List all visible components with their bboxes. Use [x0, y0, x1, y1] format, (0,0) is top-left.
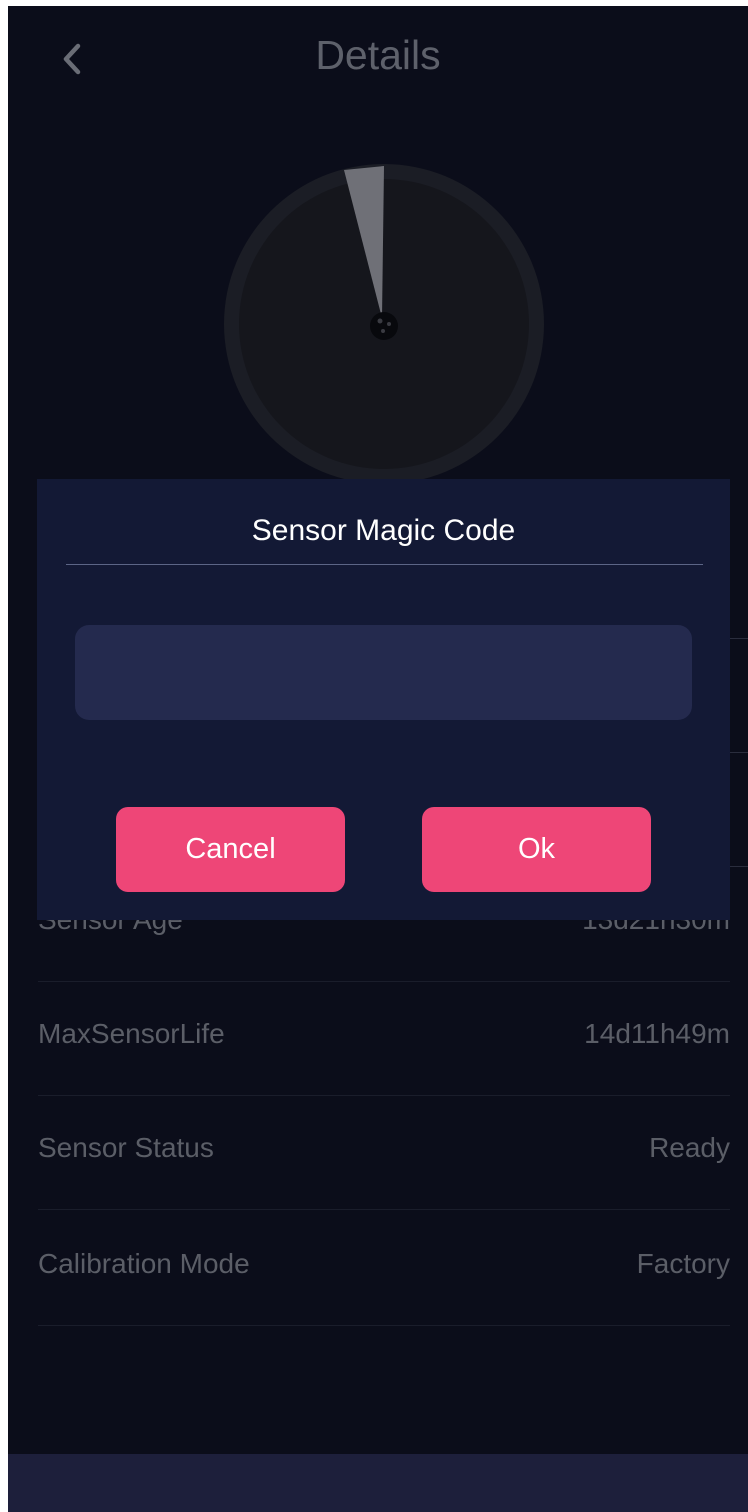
- detail-value: Factory: [636, 1248, 730, 1279]
- cancel-button[interactable]: Cancel: [116, 807, 345, 892]
- row-divider: [728, 638, 748, 639]
- header: Details: [8, 6, 748, 116]
- dialog-title: Sensor Magic Code: [251, 514, 516, 547]
- sensor-magic-code-dialog: Sensor Magic Code Cancel Ok: [37, 479, 730, 920]
- detail-row-calibration-mode: Calibration Mode Factory: [38, 1212, 730, 1326]
- detail-label: Calibration Mode: [38, 1248, 250, 1279]
- row-divider: [728, 752, 748, 753]
- detail-label: MaxSensorLife: [38, 1018, 225, 1049]
- ok-button[interactable]: Ok: [422, 807, 651, 892]
- detail-row-max-sensor-life: MaxSensorLife 14d11h49m: [38, 982, 730, 1096]
- detail-row-sensor-status: Sensor Status Ready: [38, 1096, 730, 1210]
- page-title: Details: [315, 32, 441, 78]
- detail-label: Sensor Status: [38, 1132, 214, 1163]
- magic-code-input[interactable]: [75, 625, 692, 720]
- screen: Details Sensor Age 13d21h30m MaxSensorLi…: [8, 6, 748, 1512]
- dialog-divider: [66, 564, 703, 565]
- sensor-gauge: [222, 162, 546, 491]
- detail-value: Ready: [649, 1132, 730, 1163]
- detail-value: 14d11h49m: [584, 1018, 730, 1049]
- sensor-dial-icon: [224, 164, 544, 484]
- row-divider: [728, 866, 748, 867]
- bottom-bar: [8, 1454, 748, 1512]
